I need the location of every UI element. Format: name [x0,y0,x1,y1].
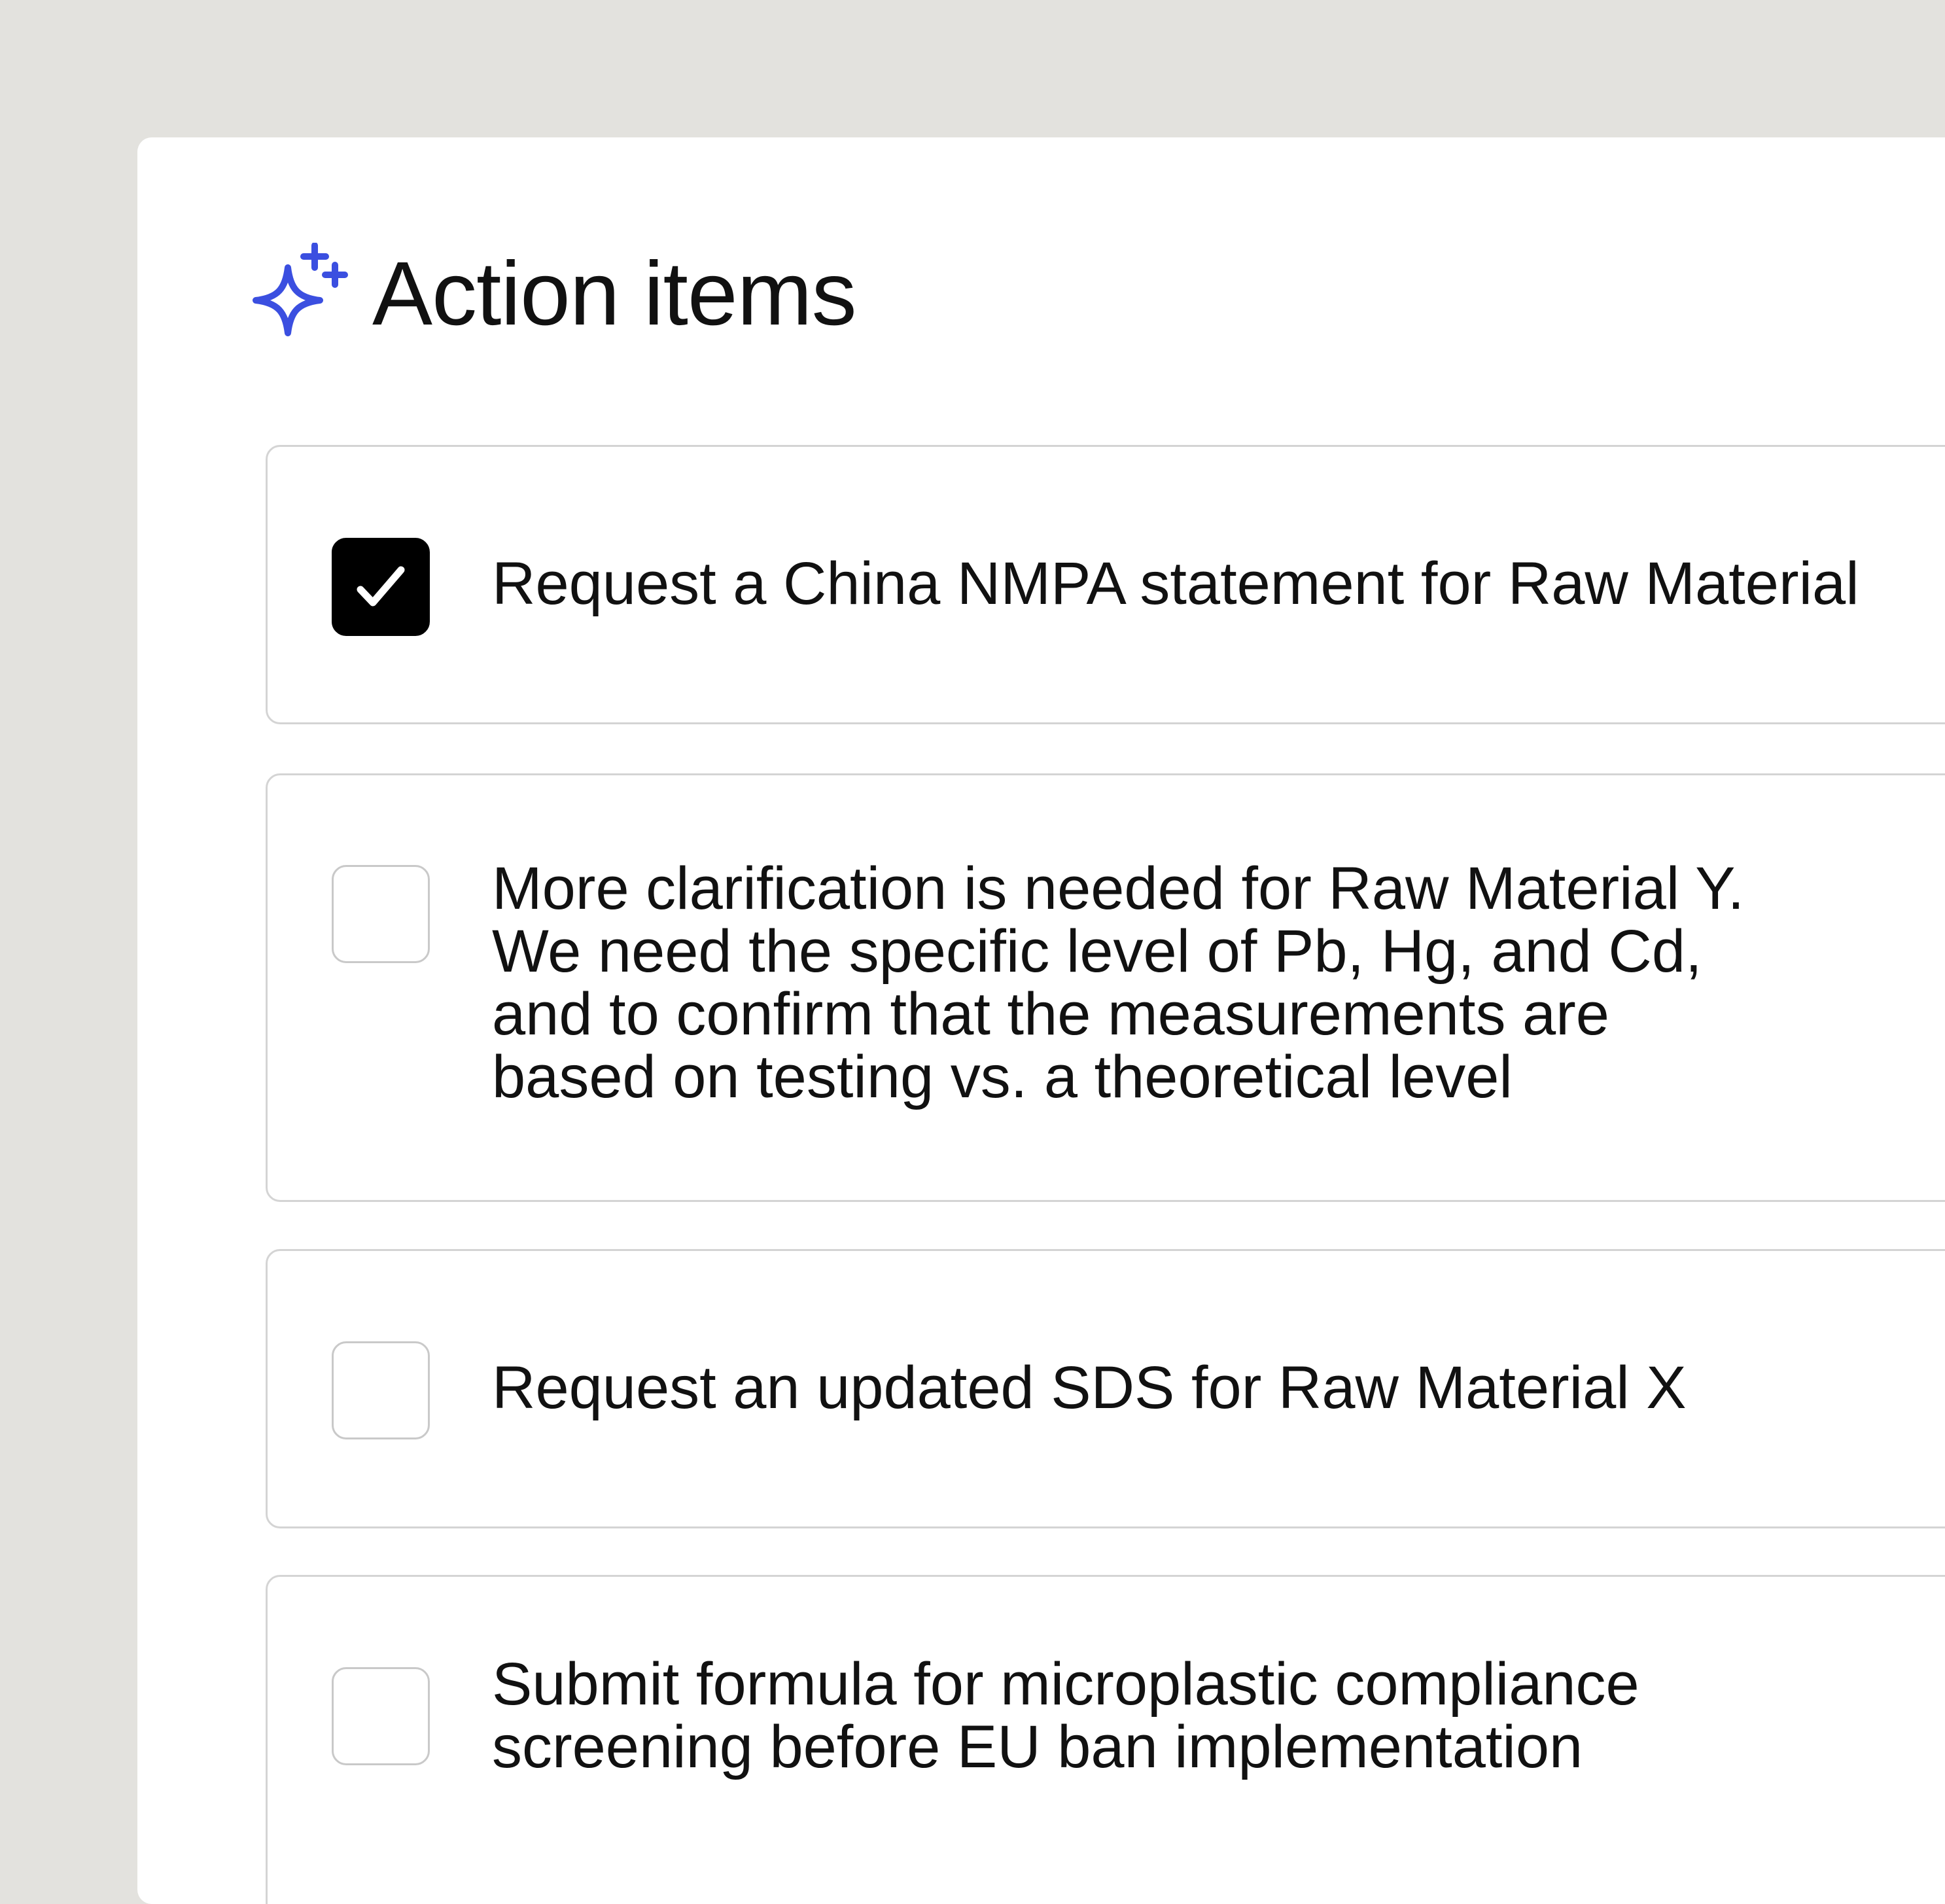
action-item-card[interactable]: More clarification is needed for Raw Mat… [266,773,1945,1202]
action-item-text: Submit formula for microplastic complian… [492,1651,1639,1780]
item-checkbox[interactable] [332,865,430,963]
action-item-text: Request an updated SDS for Raw Material … [492,1354,1687,1421]
page-title: Action items [372,243,857,344]
action-item-text: Request a China NMPA statement for Raw M… [492,550,1859,617]
action-item-card[interactable]: Submit formula for microplastic complian… [266,1575,1945,1904]
action-item-card[interactable]: Request a China NMPA statement for Raw M… [266,445,1945,724]
action-item-text: More clarification is needed for Raw Mat… [492,855,1745,1110]
sparkle-icon [253,243,348,336]
action-item-card[interactable]: Request an updated SDS for Raw Material … [266,1249,1945,1528]
item-checkbox-checked[interactable] [332,538,430,636]
checkmark-icon [357,566,405,607]
panel-header: Action items [247,243,857,344]
item-checkbox[interactable] [332,1667,430,1765]
action-items-panel: Action items Request a China NMPA statem… [137,137,1945,1904]
item-checkbox[interactable] [332,1341,430,1439]
